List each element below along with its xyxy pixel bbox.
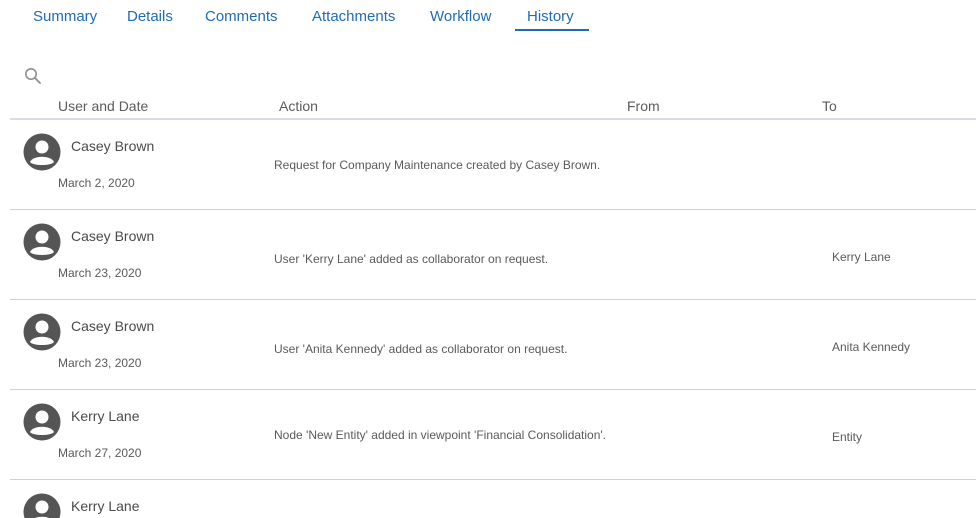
tab-comments[interactable]: Comments <box>205 8 278 25</box>
user-name: Kerry Lane <box>71 498 140 514</box>
user-avatar-icon <box>23 313 61 351</box>
user-name: Casey Brown <box>71 138 155 154</box>
table-row: Casey Brown March 23, 2020 User 'Anita K… <box>10 300 976 390</box>
tab-details[interactable]: Details <box>127 8 173 25</box>
user-name: Kerry Lane <box>71 408 140 424</box>
column-header-from[interactable]: From <box>627 98 660 114</box>
user-name: Casey Brown <box>71 318 155 334</box>
table-row: Casey Brown March 23, 2020 User 'Kerry L… <box>10 210 976 300</box>
date: March 23, 2020 <box>58 356 142 370</box>
table-row: Kerry Lane <box>10 480 976 518</box>
date: March 23, 2020 <box>58 266 142 280</box>
action-text: User 'Kerry Lane' added as collaborator … <box>274 252 549 266</box>
action-text: Request for Company Maintenance created … <box>274 158 601 172</box>
active-tab-indicator <box>515 29 589 31</box>
column-header-action[interactable]: Action <box>279 98 318 114</box>
user-avatar-icon <box>23 493 61 518</box>
tab-workflow[interactable]: Workflow <box>430 8 491 25</box>
to-value: Entity <box>832 430 863 444</box>
column-header-user-and-date[interactable]: User and Date <box>58 98 148 114</box>
user-name: Casey Brown <box>71 228 155 244</box>
table-row: Casey Brown March 2, 2020 Request for Co… <box>10 120 976 210</box>
action-text: Node 'New Entity' added in viewpoint 'Fi… <box>274 428 607 442</box>
date: March 27, 2020 <box>58 446 142 460</box>
action-text: User 'Anita Kennedy' added as collaborat… <box>274 342 568 356</box>
search-icon[interactable] <box>23 66 43 86</box>
to-value: Anita Kennedy <box>832 340 911 354</box>
user-avatar-icon <box>23 133 61 171</box>
column-header-to[interactable]: To <box>822 98 837 114</box>
tab-attachments[interactable]: Attachments <box>312 8 395 25</box>
user-avatar-icon <box>23 403 61 441</box>
to-value: Kerry Lane <box>832 250 891 264</box>
table-row: Kerry Lane March 27, 2020 Node 'New Enti… <box>10 390 976 480</box>
date: March 2, 2020 <box>58 176 135 190</box>
tab-history[interactable]: History <box>527 8 574 25</box>
tab-summary[interactable]: Summary <box>33 8 97 25</box>
user-avatar-icon <box>23 223 61 261</box>
tab-bar: Summary Details Comments Attachments Wor… <box>0 0 976 34</box>
